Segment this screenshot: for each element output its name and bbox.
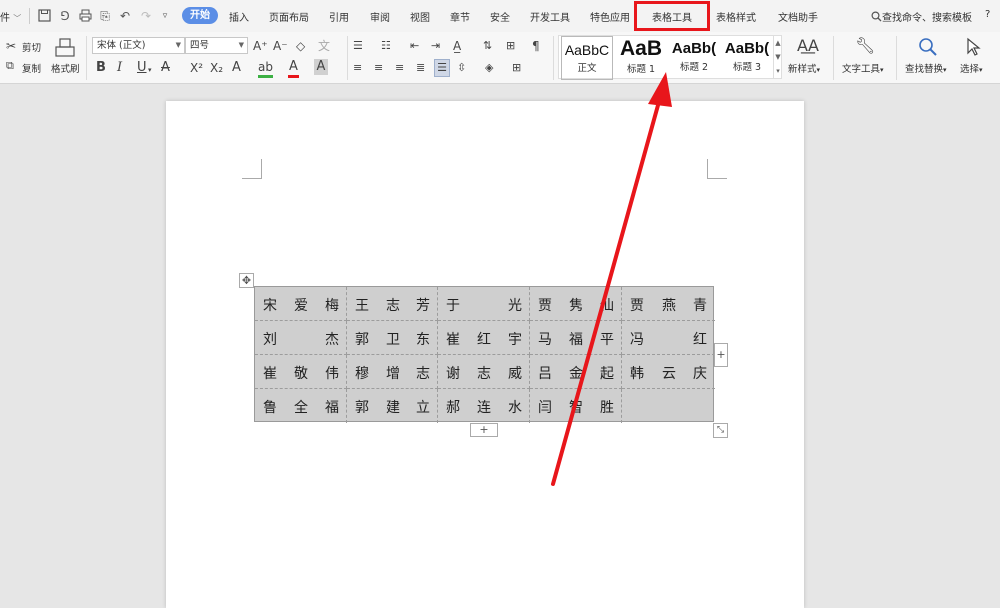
annotation-arrow (551, 72, 672, 486)
